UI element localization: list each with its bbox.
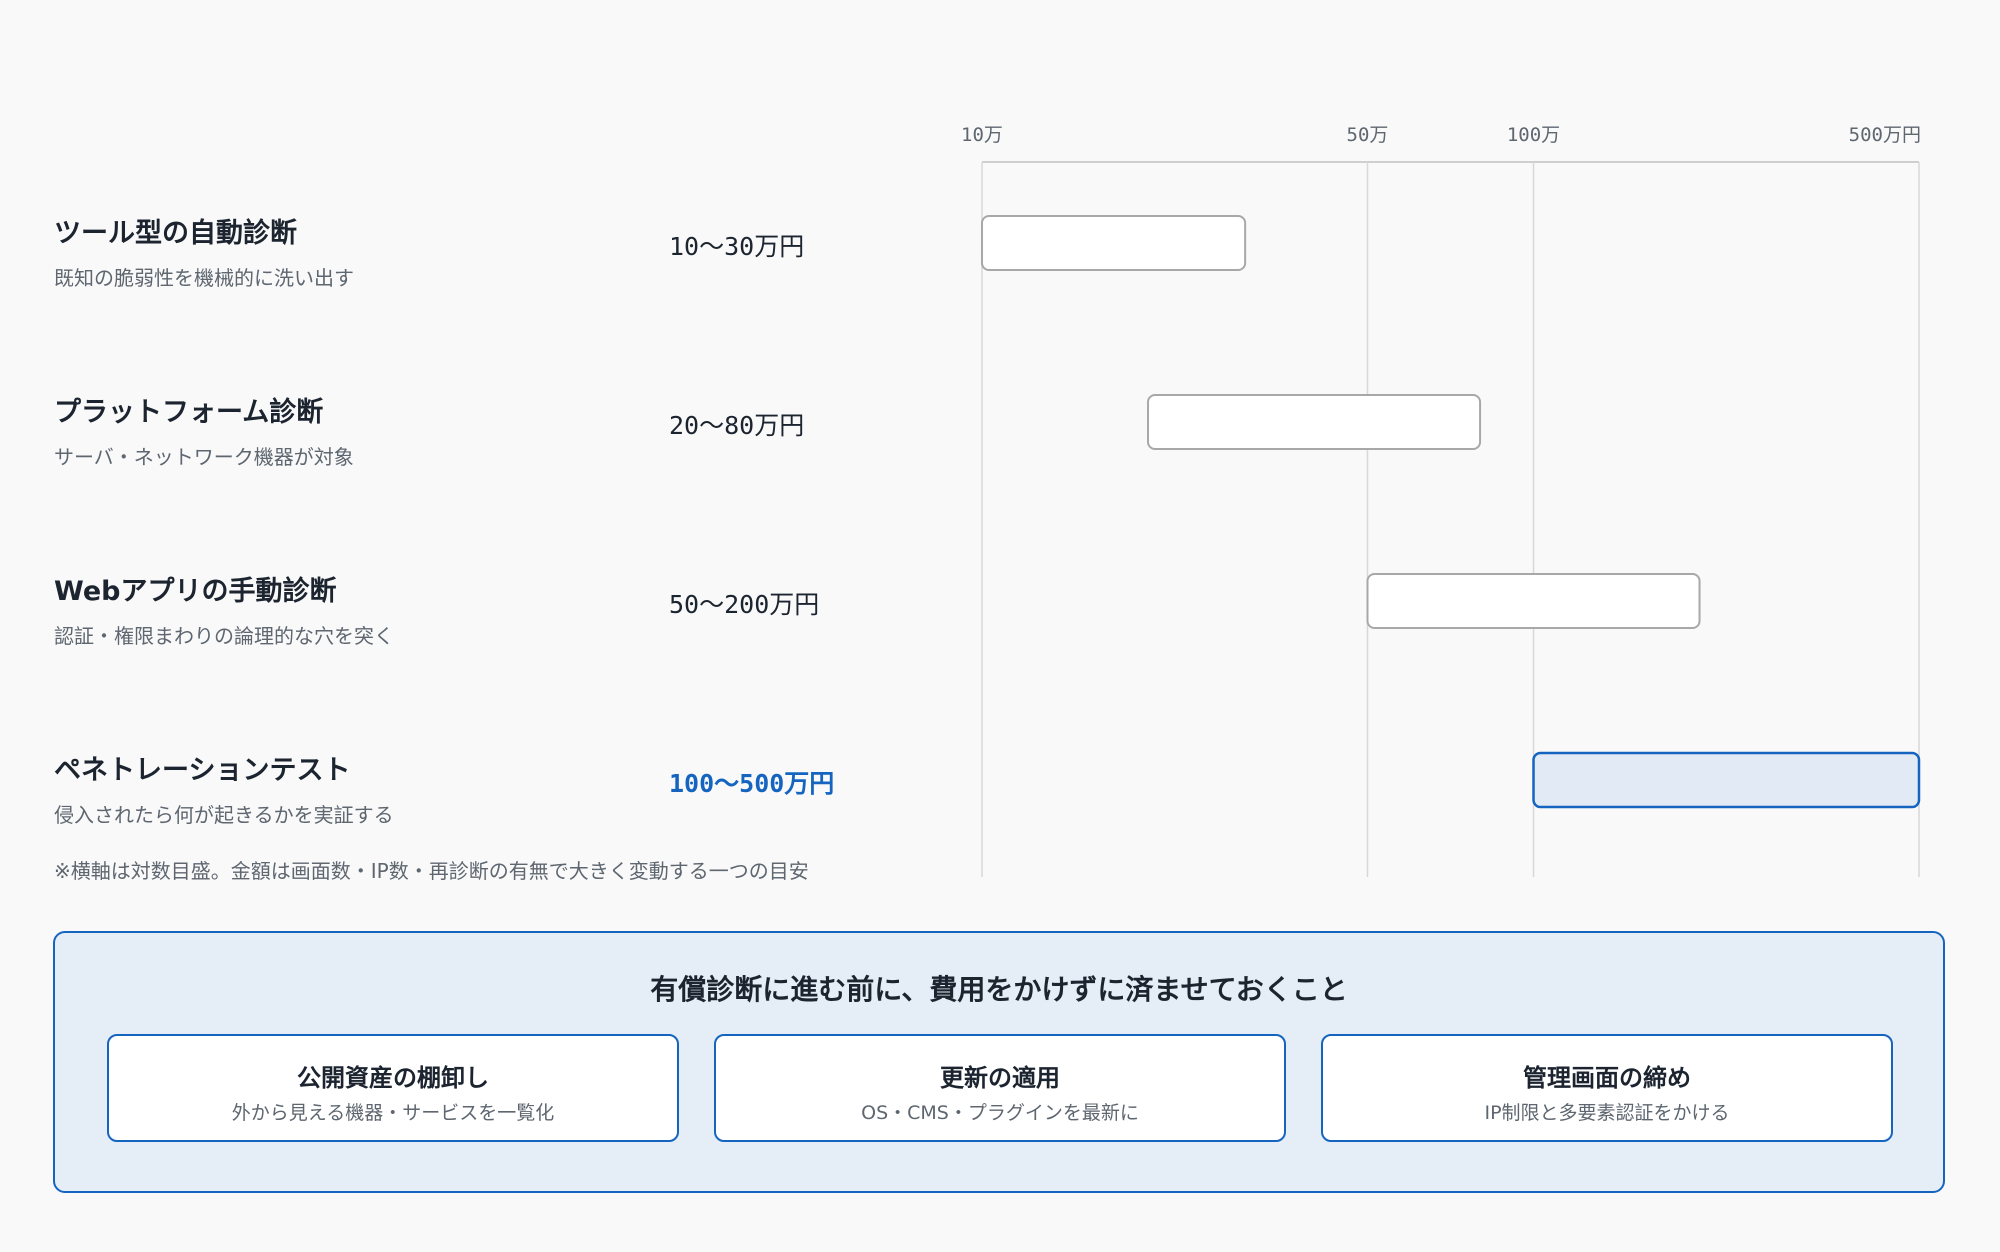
- x-tick-label: 100万: [1506, 124, 1561, 146]
- row-description: 侵入されたら何が起きるかを実証する: [54, 803, 394, 827]
- card-title: 更新の適用: [940, 1064, 1060, 1092]
- row-description: 認証・権限まわりの論理的な穴を突く: [54, 624, 394, 648]
- x-tick-label: 50万: [1346, 124, 1389, 146]
- row-title: ペネトレーションテスト: [54, 755, 351, 786]
- range-bar: [981, 215, 1247, 271]
- x-tick-label: 500万円: [1848, 124, 1921, 146]
- chart-note: ※横軸は対数目盛。金額は画面数・IP数・再診断の有無で大きく変動する一つの目安: [54, 859, 809, 883]
- range-bar: [1366, 573, 1701, 629]
- card-title: 管理画面の締め: [1523, 1064, 1691, 1092]
- free-prep-panel: 有償診断に進む前に、費用をかけずに済ませておくこと 公開資産の棚卸し 外から見え…: [53, 931, 1945, 1193]
- row-title: ツール型の自動診断: [54, 218, 297, 249]
- card-apply-updates: 更新の適用 OS・CMS・プラグインを最新に: [714, 1034, 1286, 1142]
- row-price: 50〜200万円: [669, 590, 820, 619]
- row-title: プラットフォーム診断: [54, 397, 324, 428]
- row-price: 10〜30万円: [669, 232, 805, 261]
- card-lock-admin: 管理画面の締め IP制限と多要素認証をかける: [1321, 1034, 1893, 1142]
- card-subtitle: 外から見える機器・サービスを一覧化: [231, 1102, 555, 1124]
- x-tick-label: 10万: [961, 124, 1003, 146]
- card-subtitle: IP制限と多要素認証をかける: [1484, 1102, 1730, 1124]
- row-description: 既知の脆弱性を機械的に洗い出す: [54, 266, 354, 290]
- row-description: サーバ・ネットワーク機器が対象: [54, 445, 354, 469]
- range-bar: [1532, 751, 1921, 809]
- card-subtitle: OS・CMS・プラグインを最新に: [861, 1102, 1139, 1124]
- row-price: 20〜80万円: [669, 411, 805, 440]
- row-title: Webアプリの手動診断: [54, 576, 337, 607]
- range-bar: [1147, 394, 1482, 450]
- card-title: 公開資産の棚卸し: [297, 1064, 489, 1092]
- panel-title: 有償診断に進む前に、費用をかけずに済ませておくこと: [650, 973, 1348, 1006]
- row-price-highlighted: 100〜500万円: [669, 769, 835, 798]
- card-asset-inventory: 公開資産の棚卸し 外から見える機器・サービスを一覧化: [107, 1034, 679, 1142]
